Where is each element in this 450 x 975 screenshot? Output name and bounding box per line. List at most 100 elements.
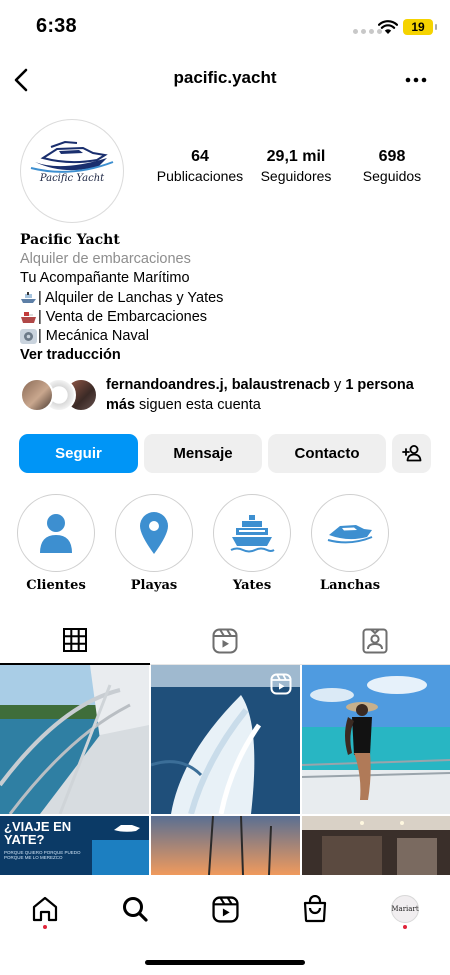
grid-post[interactable]	[302, 665, 450, 814]
highlight-label: Lanchas	[319, 578, 381, 593]
stat-posts[interactable]: 64 Publicaciones	[150, 148, 250, 184]
shop-icon	[303, 895, 327, 923]
tab-posts-grid[interactable]	[0, 617, 150, 665]
search-icon	[123, 897, 148, 922]
status-bar: 6:38 19	[0, 0, 450, 54]
grid-icon	[63, 628, 87, 652]
translate-link[interactable]: Ver traducción	[20, 346, 440, 365]
highlight-yates[interactable]: Yates	[212, 494, 292, 593]
profile-username: pacific.yacht	[173, 68, 277, 87]
speedboat-icon	[327, 525, 373, 544]
ship-icon	[21, 311, 36, 323]
nav-search[interactable]	[115, 889, 155, 929]
nav-reels[interactable]	[205, 889, 245, 929]
bio-line-sales-text: | Venta de Embarcaciones	[38, 308, 208, 325]
reels-icon	[211, 895, 239, 923]
home-notification-dot	[43, 925, 47, 929]
reel-badge-icon	[270, 673, 292, 695]
bio-line-tagline: Tu Acompañante Marítimo	[20, 270, 190, 287]
yacht-icon	[230, 515, 275, 553]
profile-notification-dot	[403, 925, 407, 929]
stat-followers-value: 29,1 mil	[266, 148, 326, 165]
grid-post-reel[interactable]	[151, 665, 300, 814]
grid-post[interactable]	[302, 816, 450, 875]
wifi-icon	[378, 20, 398, 34]
highlight-ring	[17, 494, 95, 572]
post-image-woman-on-yacht	[302, 665, 450, 814]
profile-avatar-small: Mariart	[391, 895, 419, 923]
speedboat-icon	[21, 291, 36, 303]
nav-home[interactable]	[25, 889, 65, 929]
more-options-icon[interactable]	[402, 70, 430, 90]
battery-indicator: 19	[403, 19, 437, 35]
profile-bio: Pacific Yacht Alquiler de embarcaciones …	[20, 231, 440, 365]
highlight-cover	[119, 498, 189, 568]
promo-subtitle: PORQUE QUIERO PORQUE PUEDO PORQUE ME LO …	[4, 850, 81, 860]
promo-logo-icon	[114, 825, 140, 832]
nav-profile[interactable]: Mariart	[385, 889, 425, 929]
avatar-caption: Pacific Yacht	[39, 173, 105, 184]
stat-followers[interactable]: 29,1 mil Seguidores	[246, 148, 346, 184]
grid-post[interactable]	[151, 816, 300, 875]
highlight-ring	[213, 494, 291, 572]
contact-button[interactable]: Contacto	[268, 434, 386, 473]
stat-posts-label: Publicaciones	[156, 168, 244, 184]
post-image-sunset	[151, 816, 300, 875]
home-icon	[32, 896, 58, 922]
followed-by-row[interactable]: fernandoandres.j, balaustrenacb y 1 pers…	[20, 376, 440, 416]
grid-post-promo[interactable]: ¿VIAJE EN YATE? PORQUE QUIERO PORQUE PUE…	[0, 816, 149, 875]
profile-name: Pacific Yacht	[20, 232, 120, 248]
mutual-suffix: siguen esta cuenta	[135, 396, 261, 413]
bio-line-sales: | Venta de Embarcaciones	[20, 308, 440, 327]
bio-line-rentals-text: | Alquiler de Lanchas y Yates	[38, 289, 224, 306]
promo-sea	[92, 840, 149, 875]
reels-icon	[212, 628, 238, 654]
mutual-follower-names: fernandoandres.j, balaustrenacb	[106, 377, 331, 393]
post-image-cabin	[302, 816, 450, 875]
mutual-connector: y	[330, 377, 346, 393]
profile-avatar[interactable]: Pacific Yacht	[20, 119, 124, 223]
profile-tabs	[0, 617, 450, 665]
mutual-followers-avatars	[20, 378, 98, 412]
bio-line-mechanics: | Mecánica Naval	[20, 327, 440, 346]
grid-post[interactable]	[0, 665, 149, 814]
promo-title: ¿VIAJE EN YATE?	[4, 819, 72, 847]
gear-icon	[20, 329, 37, 345]
highlight-label: Clientes	[26, 578, 86, 593]
stat-following[interactable]: 698 Seguidos	[342, 148, 442, 184]
followed-by-text: fernandoandres.j, balaustrenacb y 1 pers…	[106, 376, 440, 415]
nav-shop[interactable]	[295, 889, 335, 929]
stat-followers-label: Seguidores	[260, 168, 332, 184]
highlight-ring	[115, 494, 193, 572]
bio-line-mechanics-text: | Mecánica Naval	[38, 328, 149, 345]
suggest-users-button[interactable]	[392, 434, 431, 473]
highlight-lanchas[interactable]: Lanchas	[310, 494, 390, 593]
person-icon	[40, 514, 72, 553]
highlight-label: Playas	[130, 578, 178, 593]
add-person-icon	[401, 445, 421, 462]
highlight-cover	[315, 498, 385, 568]
location-pin-icon	[140, 512, 168, 554]
home-indicator	[145, 960, 305, 965]
highlight-cover	[217, 498, 287, 568]
posts-grid: ¿VIAJE EN YATE? PORQUE QUIERO PORQUE PUE…	[0, 665, 450, 875]
highlight-cover	[21, 498, 91, 568]
profile-header: pacific.yacht	[0, 54, 450, 106]
message-button[interactable]: Mensaje	[144, 434, 262, 473]
highlight-label: Yates	[232, 578, 272, 593]
highlight-ring	[311, 494, 389, 572]
profile-stats: 64 Publicaciones 29,1 mil Seguidores 698…	[150, 148, 440, 188]
stat-following-value: 698	[378, 148, 406, 165]
post-image-yacht-railing	[0, 665, 149, 814]
tab-tagged[interactable]	[300, 617, 450, 665]
tab-reels[interactable]	[150, 617, 300, 665]
highlight-playas[interactable]: Playas	[114, 494, 194, 593]
bio-line-rentals: | Alquiler de Lanchas y Yates	[20, 289, 440, 308]
profile-category: Alquiler de embarcaciones	[20, 251, 191, 268]
highlight-clientes[interactable]: Clientes	[16, 494, 96, 593]
stat-posts-value: 64	[191, 148, 209, 165]
follow-button[interactable]: Seguir	[19, 434, 138, 473]
status-time: 6:38	[36, 15, 77, 37]
story-highlights: Clientes Playas Yates Lanchas	[0, 494, 450, 594]
tagged-icon	[362, 628, 388, 654]
